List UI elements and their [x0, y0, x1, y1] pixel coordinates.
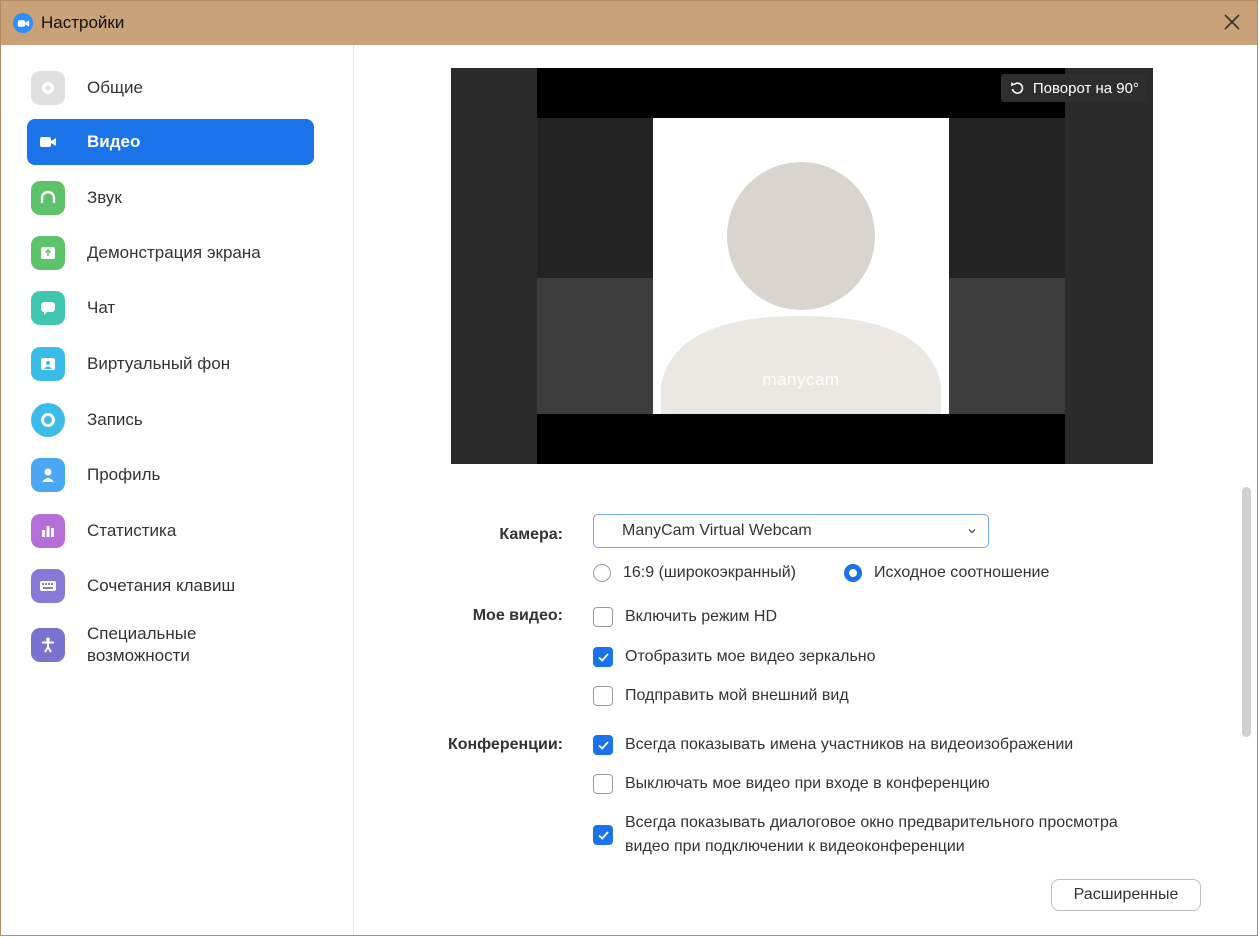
ratio-original-radio[interactable]: Исходное соотношение: [844, 564, 1049, 582]
sidebar-item-label: Звук: [87, 187, 122, 207]
sidebar-item-label: Статистика: [87, 520, 177, 540]
chevron-down-icon: [968, 529, 976, 534]
video-preview: manycam Поворот на 90°: [451, 68, 1153, 464]
camera-label: Камера:: [499, 526, 563, 543]
enable-hd-checkbox[interactable]: Включить режим HD: [593, 607, 777, 627]
rotate-icon: [1010, 82, 1024, 94]
ratio-16-9-radio[interactable]: 16:9 (широкоэкранный): [593, 564, 796, 582]
statistics-icon: [31, 514, 65, 548]
radio-button: [593, 564, 611, 582]
checkbox: [593, 686, 613, 706]
show-preview-dialog-line1: Всегда показывать диалоговое окно предва…: [625, 814, 1118, 831]
virtual-background-icon: [31, 347, 65, 381]
camera-frame: manycam: [653, 118, 949, 414]
checkbox-checked: [593, 647, 613, 667]
headphones-icon: [31, 181, 65, 215]
sidebar-item-recording[interactable]: Запись: [27, 397, 314, 443]
sidebar-item-share-screen[interactable]: Демонстрация экрана: [27, 230, 314, 276]
video-camera-icon: [31, 125, 65, 159]
sidebar-item-accessibility[interactable]: Специальные возможности: [27, 619, 314, 671]
sidebar-item-chat[interactable]: Чат: [27, 285, 314, 331]
sidebar-item-label: Профиль: [87, 464, 161, 484]
sidebar-item-profile[interactable]: Профиль: [27, 452, 314, 498]
mirror-video-label: Отобразить мое видео зеркально: [625, 648, 876, 665]
checkbox-checked: [593, 825, 613, 845]
camera-select-value: ManyCam Virtual Webcam: [622, 522, 812, 539]
show-names-checkbox[interactable]: Всегда показывать имена участников на ви…: [593, 735, 1073, 755]
title-bar: Настройки: [1, 1, 1257, 45]
record-icon: [31, 403, 65, 437]
sidebar-item-label: Специальные возможности: [87, 623, 197, 665]
meetings-label: Конференции:: [447, 736, 563, 753]
window-title: Настройки: [41, 13, 125, 32]
sidebar-item-label: Видео: [87, 131, 141, 151]
checkmark-icon: [597, 830, 609, 840]
scrollbar-thumb[interactable]: [1242, 487, 1251, 737]
touch-up-appearance-checkbox[interactable]: Подправить мой внешний вид: [593, 686, 849, 706]
checkbox: [593, 607, 613, 627]
accessibility-icon: [31, 628, 65, 662]
show-names-label: Всегда показывать имена участников на ви…: [625, 736, 1074, 753]
sidebar-item-label: Запись: [87, 409, 143, 429]
sidebar-item-label: Демонстрация экрана: [87, 242, 261, 262]
checkbox: [593, 774, 613, 794]
share-screen-icon: [31, 236, 65, 270]
chat-bubble-icon: [31, 291, 65, 325]
show-preview-dialog-line2: видео при подключении к видеоконференции: [625, 838, 965, 855]
checkmark-icon: [597, 740, 609, 750]
checkmark-icon: [597, 652, 609, 662]
rotate-90-button[interactable]: Поворот на 90°: [1000, 74, 1147, 102]
settings-window: Настройки Общие Видео Звук Демонстрация …: [0, 0, 1258, 936]
zoom-app-icon: [13, 13, 33, 33]
sidebar-item-label: Виртуальный фон: [87, 353, 231, 373]
sidebar-item-keyboard-shortcuts[interactable]: Сочетания клавиш: [27, 563, 314, 609]
sidebar-item-label: Чат: [87, 297, 116, 317]
sidebar-item-virtual-background[interactable]: Виртуальный фон: [27, 341, 314, 387]
show-preview-dialog-label: Всегда показывать диалоговое окно предва…: [625, 811, 1118, 859]
close-icon[interactable]: [1221, 11, 1243, 33]
sidebar-item-video[interactable]: Видео: [27, 119, 314, 165]
sidebar-item-statistics[interactable]: Статистика: [27, 508, 314, 554]
rotate-label: Поворот на 90°: [1032, 79, 1139, 97]
my-video-label: Мое видео:: [472, 607, 563, 624]
turn-off-video-on-join-checkbox[interactable]: Выключать мое видео при входе в конферен…: [593, 774, 990, 794]
advanced-button[interactable]: Расширенные: [1051, 879, 1201, 911]
camera-select[interactable]: ManyCam Virtual Webcam: [593, 514, 989, 548]
checkbox-checked: [593, 735, 613, 755]
profile-icon: [31, 458, 65, 492]
sidebar-item-label: Сочетания клавиш: [87, 575, 236, 595]
turn-off-video-label: Выключать мое видео при входе в конферен…: [625, 775, 990, 792]
ratio-16-9-label: 16:9 (широкоэкранный): [623, 564, 796, 581]
enable-hd-label: Включить режим HD: [625, 608, 778, 625]
sidebar-item-general[interactable]: Общие: [27, 65, 314, 111]
mirror-video-checkbox[interactable]: Отобразить мое видео зеркально: [593, 647, 876, 667]
gear-icon: [31, 71, 65, 105]
keyboard-icon: [31, 569, 65, 603]
manycam-watermark: manycam: [762, 370, 840, 389]
settings-sidebar: Общие Видео Звук Демонстрация экрана Чат: [1, 45, 354, 935]
show-preview-dialog-checkbox[interactable]: Всегда показывать диалоговое окно предва…: [593, 811, 1118, 859]
sidebar-item-audio[interactable]: Звук: [27, 175, 314, 221]
sidebar-item-label: Общие: [87, 77, 143, 97]
ratio-original-label: Исходное соотношение: [874, 564, 1050, 581]
touch-up-appearance-label: Подправить мой внешний вид: [625, 687, 849, 704]
radio-button-selected: [844, 564, 862, 582]
